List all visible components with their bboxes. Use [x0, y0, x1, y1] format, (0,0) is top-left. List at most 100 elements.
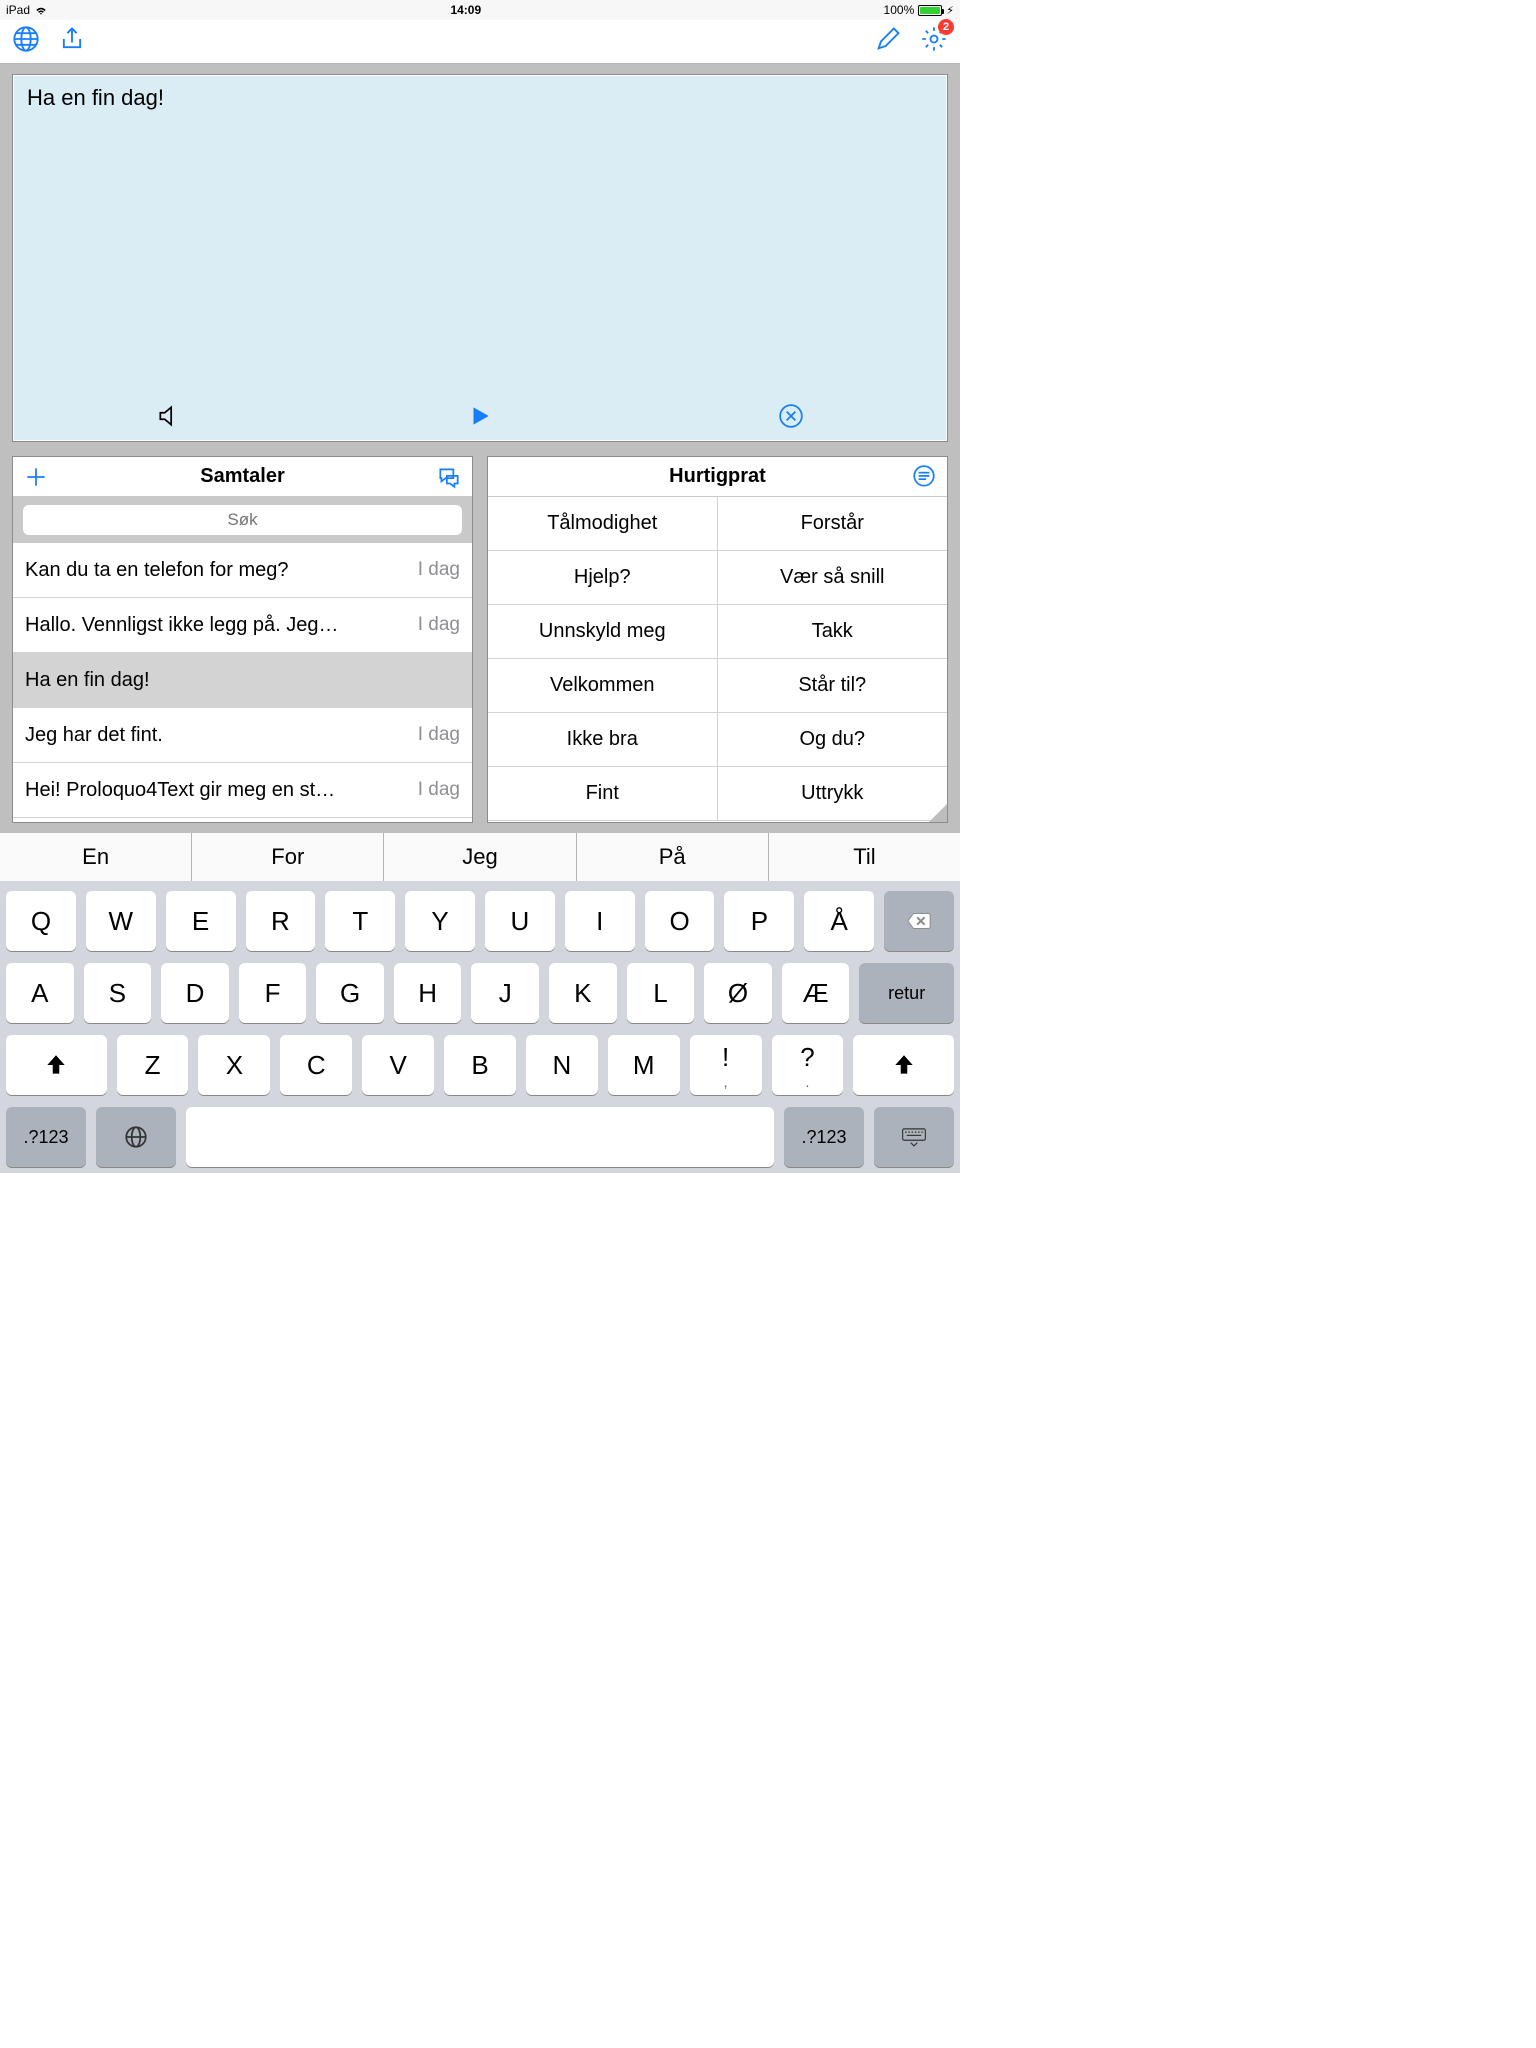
key-backspace[interactable]: [884, 891, 954, 951]
plus-icon: [23, 464, 49, 490]
play-icon: [467, 403, 493, 429]
mute-button[interactable]: [156, 403, 182, 434]
key-f[interactable]: F: [239, 963, 307, 1023]
key-shift[interactable]: [853, 1035, 954, 1095]
conversation-title: Hallo. Vennligst ikke legg på. Jeg…: [25, 614, 418, 637]
key-question-period[interactable]: ?.: [772, 1035, 844, 1095]
charging-icon: ⚡︎: [946, 4, 954, 17]
key-m[interactable]: M: [608, 1035, 680, 1095]
suggestion[interactable]: For: [192, 833, 384, 881]
quick-phrase-cell[interactable]: Velkommen: [488, 659, 718, 713]
quickchat-icon-button[interactable]: [911, 457, 937, 496]
compose-area[interactable]: Ha en fin dag!: [12, 74, 948, 442]
key-r[interactable]: R: [246, 891, 316, 951]
key-j[interactable]: J: [471, 963, 539, 1023]
key-æ[interactable]: Æ: [782, 963, 850, 1023]
key-a[interactable]: A: [6, 963, 74, 1023]
key-space[interactable]: [186, 1107, 774, 1167]
conversation-row[interactable]: Kan du ta en telefon for meg?I dag: [13, 543, 472, 598]
speech-lines-icon: [911, 464, 937, 490]
conversation-row[interactable]: Hallo. Vennligst ikke legg på. Jeg…I dag: [13, 598, 472, 653]
quickchat-title: Hurtigprat: [669, 465, 766, 488]
key-numbers-right[interactable]: .?123: [784, 1107, 864, 1167]
quick-phrase-cell[interactable]: Vær så snill: [718, 551, 948, 605]
key-v[interactable]: V: [362, 1035, 434, 1095]
globe-icon: [123, 1124, 149, 1150]
pencil-icon: [874, 25, 902, 53]
search-input[interactable]: [23, 505, 462, 535]
key-z[interactable]: Z: [117, 1035, 189, 1095]
wifi-icon: [34, 3, 48, 17]
key-shift[interactable]: [6, 1035, 107, 1095]
compose-text[interactable]: Ha en fin dag!: [13, 75, 947, 121]
key-l[interactable]: L: [627, 963, 695, 1023]
status-bar: iPad 14:09 100% ⚡︎: [0, 0, 960, 20]
key-u[interactable]: U: [485, 891, 555, 951]
key-q[interactable]: Q: [6, 891, 76, 951]
suggestion[interactable]: På: [577, 833, 769, 881]
key-numbers-left[interactable]: .?123: [6, 1107, 86, 1167]
quick-phrase-cell[interactable]: Takk: [718, 605, 948, 659]
key-n[interactable]: N: [526, 1035, 598, 1095]
key-w[interactable]: W: [86, 891, 156, 951]
key-å[interactable]: Å: [804, 891, 874, 951]
battery-pct: 100%: [884, 3, 915, 17]
quick-phrase-cell[interactable]: Ikke bra: [488, 713, 718, 767]
shift-icon: [43, 1052, 69, 1078]
quick-phrase-cell[interactable]: Fint: [488, 767, 718, 821]
conversations-title: Samtaler: [200, 465, 285, 488]
conversation-title: Ha en fin dag!: [25, 669, 460, 692]
key-s[interactable]: S: [84, 963, 152, 1023]
quick-phrase-cell[interactable]: Tålmodighet: [488, 497, 718, 551]
suggestion[interactable]: Jeg: [384, 833, 576, 881]
backspace-icon: [906, 908, 932, 934]
settings-button[interactable]: 2: [920, 25, 948, 58]
quick-phrase-cell[interactable]: Forstår: [718, 497, 948, 551]
edit-button[interactable]: [874, 25, 902, 58]
conversation-date: I dag: [418, 614, 460, 636]
key-i[interactable]: I: [565, 891, 635, 951]
language-button[interactable]: [12, 25, 40, 58]
key-k[interactable]: K: [549, 963, 617, 1023]
key-ø[interactable]: Ø: [704, 963, 772, 1023]
quick-phrase-cell[interactable]: Hjelp?: [488, 551, 718, 605]
key-g[interactable]: G: [316, 963, 384, 1023]
key-e[interactable]: E: [166, 891, 236, 951]
key-h[interactable]: H: [394, 963, 462, 1023]
conversations-icon-button[interactable]: [436, 457, 462, 496]
key-d[interactable]: D: [161, 963, 229, 1023]
conversation-row[interactable]: Ha en fin dag!: [13, 653, 472, 708]
quick-phrase-cell[interactable]: Uttrykk: [718, 767, 948, 821]
key-dismiss[interactable]: [874, 1107, 954, 1167]
play-button[interactable]: [467, 403, 493, 434]
key-c[interactable]: C: [280, 1035, 352, 1095]
key-exclaim-comma[interactable]: !,: [690, 1035, 762, 1095]
key-p[interactable]: P: [724, 891, 794, 951]
key-y[interactable]: Y: [405, 891, 475, 951]
conversation-title: Jeg har det fint.: [25, 724, 418, 747]
key-globe[interactable]: [96, 1107, 176, 1167]
clock: 14:09: [450, 3, 481, 17]
share-button[interactable]: [58, 25, 86, 58]
quick-phrase-cell[interactable]: Unnskyld meg: [488, 605, 718, 659]
battery-icon: [918, 5, 942, 16]
conversation-row[interactable]: Jeg har det fint.I dag: [13, 708, 472, 763]
toolbar: 2: [0, 20, 960, 64]
suggestion[interactable]: En: [0, 833, 192, 881]
shift-icon: [891, 1052, 917, 1078]
speaker-icon: [156, 403, 182, 429]
conversation-row[interactable]: Hei! Proloquo4Text gir meg en st…I dag: [13, 763, 472, 818]
key-o[interactable]: O: [645, 891, 715, 951]
key-return[interactable]: retur: [859, 963, 954, 1023]
conversation-date: I dag: [418, 559, 460, 581]
share-icon: [58, 25, 86, 53]
quick-phrase-cell[interactable]: Står til?: [718, 659, 948, 713]
suggestion[interactable]: Til: [769, 833, 960, 881]
key-x[interactable]: X: [198, 1035, 270, 1095]
quick-phrase-cell[interactable]: Og du?: [718, 713, 948, 767]
key-b[interactable]: B: [444, 1035, 516, 1095]
clear-icon: [778, 403, 804, 429]
key-t[interactable]: T: [325, 891, 395, 951]
clear-button[interactable]: [778, 403, 804, 434]
add-conversation-button[interactable]: [23, 457, 49, 496]
